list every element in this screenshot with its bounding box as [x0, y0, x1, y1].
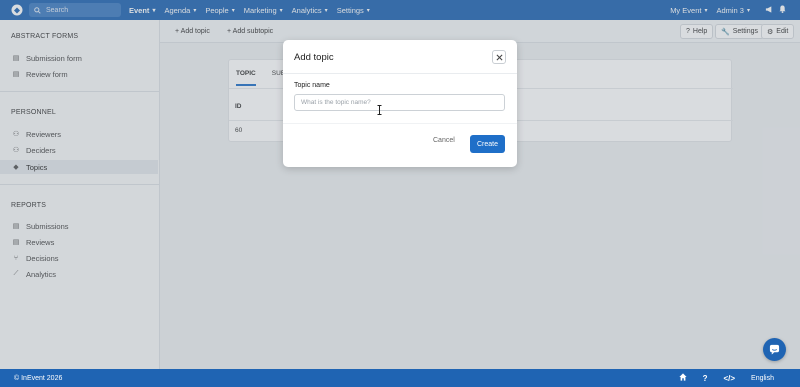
topic-name-input[interactable]	[294, 94, 505, 111]
copyright-text: © InEvent 2026	[14, 374, 63, 382]
add-topic-dialog: Add topic Topic name Cancel Create	[283, 40, 517, 167]
footer-icons: ? </> English	[678, 373, 800, 383]
close-icon	[496, 54, 502, 60]
text-cursor-icon	[377, 105, 382, 117]
topic-name-label: Topic name	[294, 82, 330, 89]
footer-bar: © InEvent 2026 ? </> English	[0, 369, 800, 387]
divider	[283, 123, 517, 124]
chat-support-button[interactable]	[763, 338, 786, 361]
close-button[interactable]	[492, 50, 506, 64]
language-selector[interactable]: English	[751, 375, 774, 382]
chat-icon	[769, 344, 780, 355]
dialog-title: Add topic	[294, 52, 334, 63]
help-icon[interactable]: ?	[703, 374, 708, 383]
create-button[interactable]: Create	[470, 135, 505, 153]
cancel-button[interactable]: Cancel	[433, 137, 455, 144]
divider	[283, 73, 517, 74]
code-icon[interactable]: </>	[723, 374, 735, 383]
home-icon[interactable]	[678, 373, 687, 383]
